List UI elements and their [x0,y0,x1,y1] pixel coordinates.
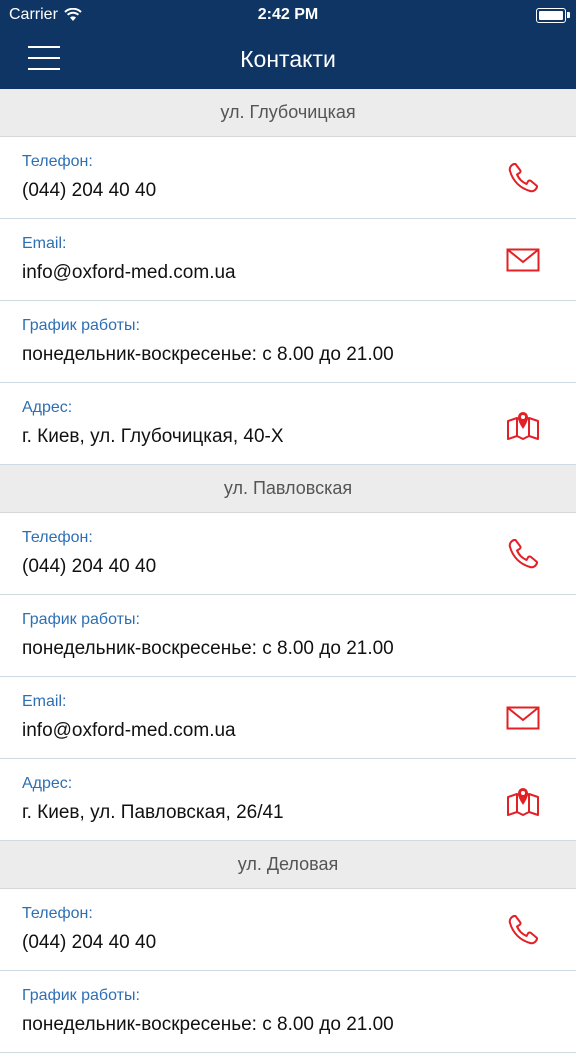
contact-label: График работы: [22,987,140,1004]
contact-row: График работы: понедельник-воскресенье: с… [0,301,576,383]
contact-value: (044) 204 40 40 [22,932,157,953]
section-title: ул. Деловая [237,854,339,874]
mail-icon[interactable] [504,699,542,737]
phone-icon[interactable] [504,911,542,949]
section-title: ул. Глубочицкая [220,102,356,122]
map-icon[interactable] [504,781,542,819]
contact-label: График работы: [22,611,140,628]
contact-value: г. Киев, ул. Глубочицкая, 40-Х [22,426,284,447]
contact-value: понедельник-воскресенье: с 8.00 до 21.00 [22,1014,394,1035]
page-title: Контакти [240,46,336,72]
section-header: ул. Павловская [0,465,576,513]
section-header: ул. Глубочицкая [0,89,576,137]
section-title: ул. Павловская [223,478,353,498]
contact-row[interactable]: Адрес: г. Киев, ул. Глубочицкая, 40-Х [0,383,576,465]
contact-row[interactable]: Email: info@oxford-med.com.ua [0,219,576,301]
phone-icon[interactable] [504,535,542,573]
status-time: 2:42 PM [257,6,319,23]
contact-row[interactable]: Телефон: (044) 204 40 40 [0,137,576,219]
section-header: ул. Деловая [0,841,576,889]
contact-label: Email: [22,235,67,252]
contact-value: (044) 204 40 40 [22,556,157,577]
contact-value: info@oxford-med.com.ua [22,720,236,741]
contact-row[interactable]: Телефон: (044) 204 40 40 [0,513,576,595]
contact-label: Адрес: [22,775,73,792]
nav-bar: Контакти [0,30,576,89]
hamburger-menu-icon[interactable] [28,46,60,70]
contact-label: Email: [22,693,67,710]
contact-row[interactable]: Адрес: г. Киев, ул. Павловская, 26/41 [0,759,576,841]
contact-label: График работы: [22,317,140,334]
contact-row[interactable]: Телефон: (044) 204 40 40 [0,889,576,971]
contact-row: График работы: понедельник-воскресенье: с… [0,971,576,1053]
contact-value: info@oxford-med.com.ua [22,262,236,283]
contacts-list: ул. Глубочицкая Телефон: (044) 204 40 40 Em… [0,89,576,1053]
phone-icon[interactable] [504,159,542,197]
battery-icon [536,8,570,23]
contact-value: г. Киев, ул. Павловская, 26/41 [22,802,284,823]
status-bar: Carrier 2:42 PM [0,0,576,30]
contact-row[interactable]: Email: info@oxford-med.com.ua [0,677,576,759]
contact-label: Адрес: [22,399,73,416]
contact-label: Телефон: [22,153,93,170]
contact-row: График работы: понедельник-воскресенье: с… [0,595,576,677]
map-icon[interactable] [504,405,542,443]
contact-label: Телефон: [22,529,93,546]
contact-value: (044) 204 40 40 [22,180,157,201]
contact-label: Телефон: [22,905,93,922]
mail-icon[interactable] [504,241,542,279]
contact-value: понедельник-воскресенье: с 8.00 до 21.00 [22,638,394,659]
contact-value: понедельник-воскресенье: с 8.00 до 21.00 [22,344,394,365]
